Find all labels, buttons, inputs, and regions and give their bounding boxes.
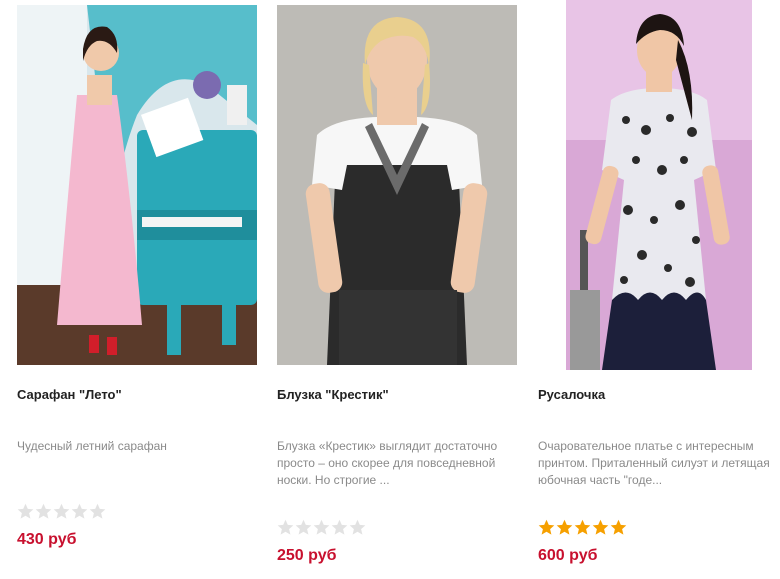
star-filled-icon[interactable] bbox=[538, 519, 555, 536]
star-filled-icon[interactable] bbox=[610, 519, 627, 536]
star-filled-icon[interactable] bbox=[592, 519, 609, 536]
star-empty-icon[interactable] bbox=[71, 503, 88, 520]
product-price: 430 руб bbox=[17, 531, 77, 548]
star-filled-icon[interactable] bbox=[574, 519, 591, 536]
product-title[interactable]: Сарафан "Лето" bbox=[17, 387, 122, 402]
rating-stars bbox=[277, 519, 366, 536]
star-empty-icon[interactable] bbox=[277, 519, 294, 536]
rating-stars bbox=[17, 503, 106, 520]
product-price: 250 руб bbox=[277, 547, 337, 564]
product-image[interactable] bbox=[566, 0, 752, 370]
star-empty-icon[interactable] bbox=[89, 503, 106, 520]
product-description: Очаровательное платье с интересным принт… bbox=[538, 439, 770, 487]
product-price: 600 руб bbox=[538, 547, 598, 564]
product-title[interactable]: Блузка "Крестик" bbox=[277, 387, 389, 402]
product-description: Блузка «Крестик» выглядит достаточно про… bbox=[277, 439, 498, 487]
star-empty-icon[interactable] bbox=[17, 503, 34, 520]
star-empty-icon[interactable] bbox=[349, 519, 366, 536]
product-description: Чудесный летний сарафан bbox=[17, 439, 167, 453]
star-empty-icon[interactable] bbox=[53, 503, 70, 520]
rating-stars bbox=[538, 519, 627, 536]
star-empty-icon[interactable] bbox=[295, 519, 312, 536]
product-image[interactable] bbox=[277, 5, 517, 365]
product-title[interactable]: Русалочка bbox=[538, 387, 605, 402]
star-filled-icon[interactable] bbox=[556, 519, 573, 536]
star-empty-icon[interactable] bbox=[331, 519, 348, 536]
star-empty-icon[interactable] bbox=[313, 519, 330, 536]
star-empty-icon[interactable] bbox=[35, 503, 52, 520]
product-image[interactable] bbox=[17, 5, 257, 365]
